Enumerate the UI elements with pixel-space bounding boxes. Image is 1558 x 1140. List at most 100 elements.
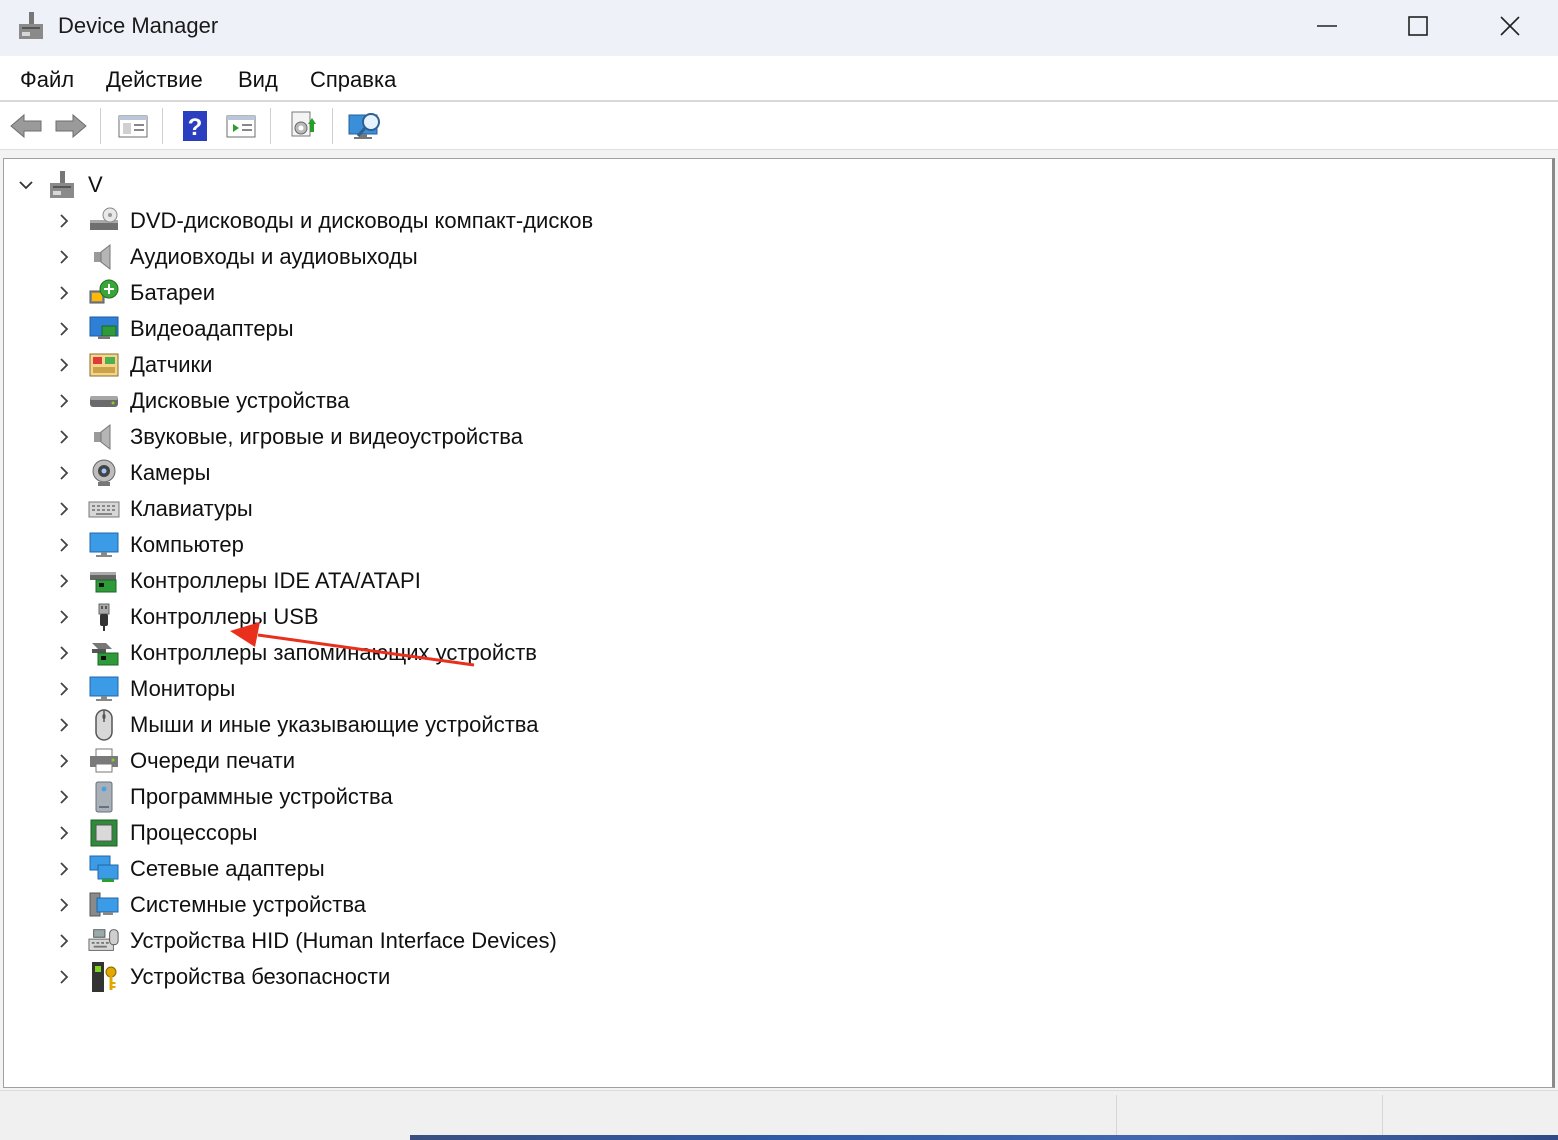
- scan-hardware-icon: [348, 113, 380, 139]
- expand-chevron[interactable]: [54, 283, 74, 303]
- device-manager-app-icon: [19, 12, 43, 39]
- network-adapter-icon: [88, 853, 120, 885]
- expand-chevron[interactable]: [54, 823, 74, 843]
- tree-category-label: Очереди печати: [130, 748, 296, 773]
- expand-chevron[interactable]: [54, 931, 74, 951]
- chevron-right-icon: [60, 970, 69, 984]
- expand-chevron[interactable]: [54, 211, 74, 231]
- tree-category-item[interactable]: Звуковые, игровые и видеоустройства: [54, 419, 523, 455]
- minimize-button[interactable]: [1292, 6, 1362, 46]
- expand-chevron[interactable]: [54, 859, 74, 879]
- tree-category-label: DVD-дисководы и дисководы компакт-дисков: [130, 208, 594, 233]
- scan-hardware-button[interactable]: [346, 108, 384, 144]
- tree-category-item[interactable]: Датчики: [54, 347, 212, 383]
- expand-chevron[interactable]: [54, 967, 74, 987]
- device-tree[interactable]: V DVD-дисководы и дисководы компакт-диск…: [3, 158, 1555, 1088]
- tree-category-item[interactable]: Мониторы: [54, 671, 235, 707]
- tree-category-item[interactable]: Компьютер: [54, 527, 244, 563]
- expand-chevron[interactable]: [54, 787, 74, 807]
- tree-root-label: V: [88, 172, 103, 197]
- tree-category-label: Дисковые устройства: [130, 388, 350, 413]
- menu-bar: Файл Действие Вид Справка: [0, 56, 1558, 102]
- menu-view[interactable]: Вид: [238, 67, 278, 93]
- expand-chevron[interactable]: [54, 535, 74, 555]
- expand-chevron[interactable]: [54, 751, 74, 771]
- tree-category-item[interactable]: Аудиовходы и аудиовыходы: [54, 239, 418, 275]
- storage-controller-icon: [88, 637, 120, 669]
- tree-category-item[interactable]: Клавиатуры: [54, 491, 253, 527]
- tree-category-item[interactable]: Устройства безопасности: [54, 959, 390, 995]
- tree-category-item[interactable]: Видеоадаптеры: [54, 311, 294, 347]
- menu-file[interactable]: Файл: [20, 67, 74, 93]
- tree-category-label: Программные устройства: [130, 784, 393, 809]
- chevron-right-icon: [60, 466, 69, 480]
- chevron-right-icon: [60, 358, 69, 372]
- close-icon: [1500, 16, 1520, 36]
- close-button[interactable]: [1475, 6, 1545, 46]
- chevron-right-icon: [60, 250, 69, 264]
- menu-help[interactable]: Справка: [310, 67, 396, 93]
- tree-category-item[interactable]: DVD-дисководы и дисководы компакт-дисков: [54, 203, 593, 239]
- tree-category-label: Клавиатуры: [130, 496, 253, 521]
- tree-root[interactable]: V: [16, 167, 103, 203]
- status-separator: [1382, 1095, 1383, 1135]
- expand-chevron[interactable]: [54, 715, 74, 735]
- tree-category-item[interactable]: Батареи: [54, 275, 215, 311]
- chevron-right-icon: [60, 898, 69, 912]
- tree-category-item[interactable]: Устройства HID (Human Interface Devices): [54, 923, 557, 959]
- help-icon: ?: [183, 111, 207, 141]
- menu-action[interactable]: Действие: [106, 67, 203, 93]
- properties-button[interactable]: [114, 108, 152, 144]
- tree-category-item[interactable]: Контроллеры IDE ATA/ATAPI: [54, 563, 421, 599]
- maximize-button[interactable]: [1383, 6, 1453, 46]
- expand-chevron[interactable]: [54, 643, 74, 663]
- expand-chevron[interactable]: [54, 247, 74, 267]
- properties-icon: [118, 115, 148, 138]
- tree-category-label: Устройства HID (Human Interface Devices): [130, 928, 557, 953]
- tree-category-item[interactable]: Процессоры: [54, 815, 257, 851]
- expand-chevron[interactable]: [54, 679, 74, 699]
- tree-category-item[interactable]: Сетевые адаптеры: [54, 851, 325, 887]
- back-button[interactable]: [7, 108, 45, 144]
- show-hide-console-button[interactable]: [222, 108, 260, 144]
- expand-chevron[interactable]: [54, 571, 74, 591]
- expand-chevron[interactable]: [54, 463, 74, 483]
- security-device-icon: [88, 961, 120, 993]
- tree-category-item[interactable]: Мыши и иные указывающие устройства: [54, 707, 538, 743]
- disk-drive-icon: [88, 385, 120, 417]
- battery-icon: [88, 277, 120, 309]
- chevron-right-icon: [60, 610, 69, 624]
- chevron-right-icon: [60, 538, 69, 552]
- sound-video-icon: [88, 421, 120, 453]
- title-bar: Device Manager: [0, 0, 1558, 56]
- expand-chevron[interactable]: [54, 355, 74, 375]
- print-queue-icon: [88, 745, 120, 777]
- software-device-icon: [88, 781, 120, 813]
- chevron-right-icon: [60, 322, 69, 336]
- tree-category-item[interactable]: Дисковые устройства: [54, 383, 349, 419]
- chevron-right-icon: [60, 214, 69, 228]
- collapse-chevron[interactable]: [16, 175, 36, 195]
- audio-io-icon: [88, 241, 120, 273]
- expand-chevron[interactable]: [54, 391, 74, 411]
- tree-category-item[interactable]: Камеры: [54, 455, 210, 491]
- expand-chevron[interactable]: [54, 499, 74, 519]
- forward-button[interactable]: [52, 108, 90, 144]
- help-button[interactable]: ?: [176, 108, 214, 144]
- expand-chevron[interactable]: [54, 427, 74, 447]
- tree-category-item[interactable]: Очереди печати: [54, 743, 295, 779]
- status-separator: [1116, 1095, 1117, 1135]
- update-driver-button[interactable]: [284, 108, 322, 144]
- chevron-right-icon: [60, 430, 69, 444]
- tree-category-item[interactable]: Программные устройства: [54, 779, 393, 815]
- expand-chevron[interactable]: [54, 895, 74, 915]
- processor-icon: [88, 817, 120, 849]
- tree-category-label: Системные устройства: [130, 892, 367, 917]
- expand-chevron[interactable]: [54, 319, 74, 339]
- chevron-right-icon: [60, 754, 69, 768]
- tree-category-item[interactable]: Системные устройства: [54, 887, 366, 923]
- chevron-right-icon: [60, 790, 69, 804]
- toolbar-separator: [332, 108, 333, 144]
- chevron-right-icon: [60, 682, 69, 696]
- expand-chevron[interactable]: [54, 607, 74, 627]
